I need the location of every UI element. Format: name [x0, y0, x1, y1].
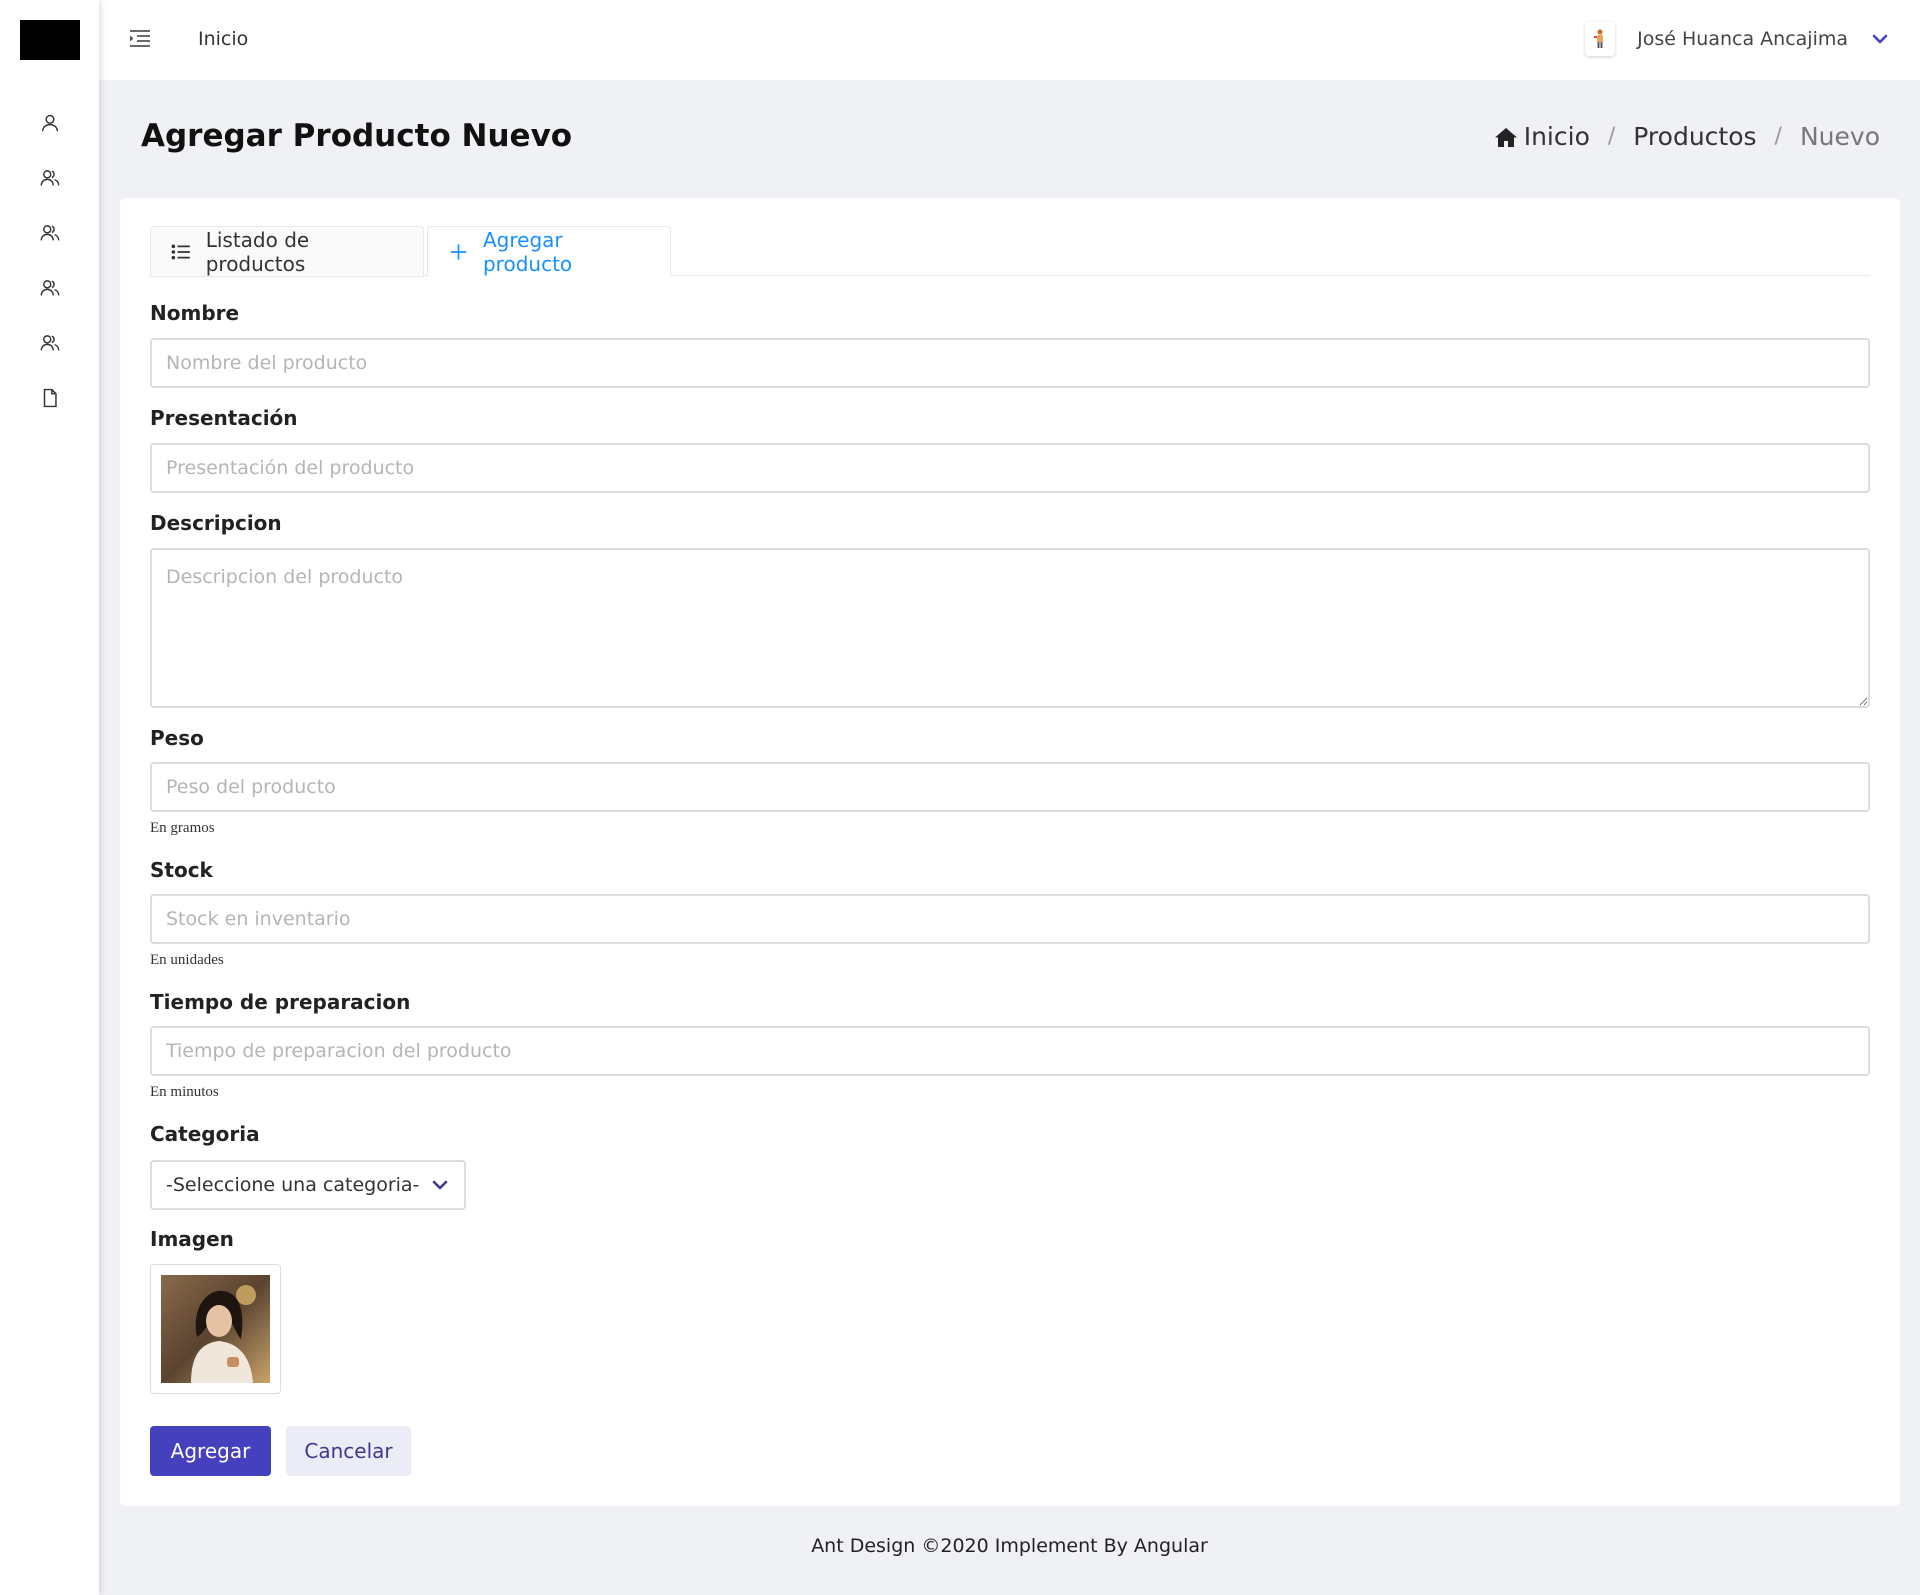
sidebar-item-file[interactable] — [0, 370, 99, 425]
tiempo-label: Tiempo de preparacion — [150, 990, 411, 1014]
plus-icon — [450, 243, 467, 260]
home-icon — [1494, 127, 1517, 147]
descripcion-textarea[interactable] — [150, 548, 1870, 708]
sidebar — [0, 0, 99, 1595]
stock-label: Stock — [150, 858, 213, 882]
tiempo-help-text: En minutos — [150, 1084, 219, 1100]
presentacion-label: Presentación — [150, 406, 298, 430]
sidebar-item-user[interactable] — [0, 95, 99, 150]
cancelar-button[interactable]: Cancelar — [286, 1426, 411, 1476]
sidebar-item-users-4[interactable] — [0, 315, 99, 370]
descripcion-label: Descripcion — [150, 511, 282, 535]
breadcrumb-current: Nuevo — [1799, 122, 1880, 151]
breadcrumb: Inicio / Productos / Nuevo — [1494, 122, 1880, 151]
image-upload[interactable] — [150, 1264, 281, 1394]
sidebar-item-users-2[interactable] — [0, 205, 99, 260]
tab-bar: Listado de productos Agregar producto — [150, 226, 1870, 277]
peso-label: Peso — [150, 726, 204, 750]
agregar-button[interactable]: Agregar — [150, 1426, 271, 1476]
categoria-label: Categoria — [150, 1122, 260, 1146]
breadcrumb-separator: / — [1774, 124, 1782, 149]
tab-listado-productos[interactable]: Listado de productos — [150, 226, 424, 277]
users-icon — [40, 169, 59, 185]
sidebar-item-users-1[interactable] — [0, 150, 99, 205]
tab-agregar-producto[interactable]: Agregar producto — [427, 226, 671, 277]
page-title: Agregar Producto Nuevo — [141, 118, 573, 154]
user-name: José Huanca Ancajima — [1637, 28, 1848, 50]
nombre-label: Nombre — [150, 301, 240, 325]
user-icon — [41, 114, 58, 131]
top-header: Inicio José Huanca Ancajima — [99, 0, 1920, 80]
logo[interactable] — [20, 20, 80, 60]
users-icon — [40, 224, 59, 240]
menu-fold-icon[interactable] — [127, 26, 153, 52]
footer-text: Ant Design ©2020 Implement By Angular — [811, 1535, 1208, 1557]
peso-input[interactable] — [150, 762, 1870, 812]
peso-help-text: En gramos — [150, 820, 215, 836]
tab-label: Listado de productos — [205, 227, 310, 276]
stock-input[interactable] — [150, 894, 1870, 944]
header-home-link[interactable]: Inicio — [198, 28, 248, 50]
categoria-selected-value: -Seleccione una categoria- — [166, 1174, 420, 1196]
sidebar-menu — [0, 95, 99, 425]
chevron-down-icon — [1872, 34, 1888, 44]
breadcrumb-separator: / — [1607, 124, 1616, 149]
users-icon — [40, 334, 59, 350]
avatar-figure-icon — [1594, 29, 1604, 48]
tab-label: Agregar producto — [482, 227, 573, 276]
users-icon — [40, 279, 59, 295]
product-image-thumbnail — [161, 1275, 270, 1383]
breadcrumb-home[interactable]: Inicio — [1494, 122, 1590, 151]
sidebar-item-users-3[interactable] — [0, 260, 99, 315]
file-icon — [43, 388, 57, 407]
imagen-label: Imagen — [150, 1227, 234, 1251]
chevron-down-icon — [432, 1180, 448, 1190]
presentacion-input[interactable] — [150, 443, 1870, 493]
avatar — [1585, 22, 1616, 56]
breadcrumb-home-label: Inicio — [1523, 122, 1590, 151]
list-icon — [171, 244, 190, 259]
stock-help-text: En unidades — [150, 952, 224, 968]
categoria-select[interactable]: -Seleccione una categoria- — [150, 1160, 466, 1210]
tiempo-input[interactable] — [150, 1026, 1870, 1076]
nombre-input[interactable] — [150, 338, 1870, 388]
breadcrumb-section[interactable]: Productos — [1633, 122, 1756, 151]
form-card: Listado de productos Agregar producto No… — [120, 198, 1900, 1506]
user-menu[interactable]: José Huanca Ancajima — [1585, 22, 1890, 56]
